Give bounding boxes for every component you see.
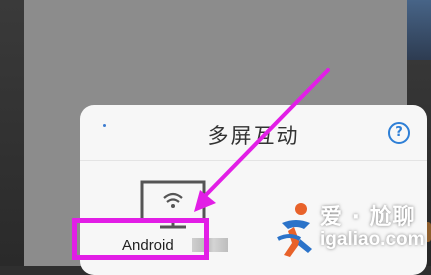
watermark-url: igaliao.com: [320, 229, 425, 250]
background-right-blue: [407, 0, 431, 60]
watermark: 爱 · 尬聊 igaliao.com: [270, 199, 430, 263]
background-left-edge: [0, 0, 24, 266]
running-figure-logo: [277, 203, 312, 257]
highlight-box: [72, 218, 209, 260]
watermark-brand: 爱 · 尬聊: [320, 205, 416, 230]
